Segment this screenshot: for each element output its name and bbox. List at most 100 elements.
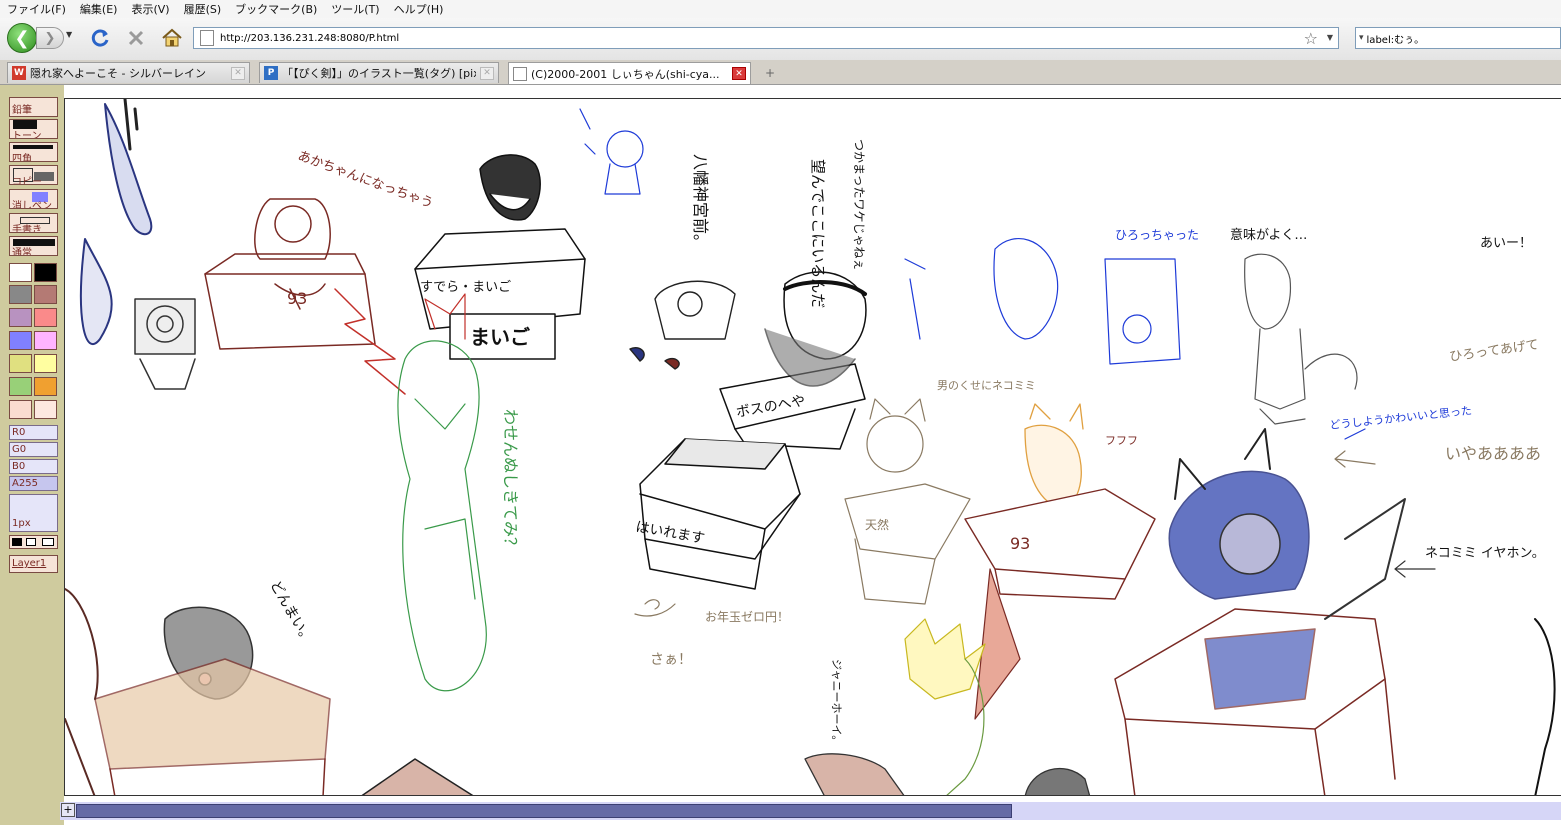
tool-rect-button[interactable]: 四角 bbox=[9, 142, 58, 162]
zoom-plus-button[interactable]: + bbox=[61, 803, 75, 817]
canvas-text-iyaaa: いやああああ bbox=[1445, 444, 1541, 463]
palette-color-9[interactable] bbox=[9, 354, 32, 373]
box-label-maigo: まいご bbox=[470, 325, 530, 349]
palette-color-11[interactable] bbox=[9, 377, 32, 396]
palette-color-7[interactable] bbox=[9, 331, 32, 350]
search-box[interactable]: ▾ label:むぅ。 bbox=[1355, 27, 1561, 49]
bookmark-star-icon[interactable]: ☆ bbox=[1304, 29, 1318, 48]
tool-pencil-button[interactable]: 鉛筆 bbox=[9, 97, 58, 117]
tool-hand-button[interactable]: 手書き bbox=[9, 213, 58, 233]
tab-close-icon[interactable]: ✕ bbox=[480, 66, 494, 80]
menu-edit[interactable]: 編集(E) bbox=[73, 1, 125, 17]
box-number-93-right: 93 bbox=[1010, 534, 1030, 553]
canvas-text-fufufu: フフフ bbox=[1105, 434, 1138, 447]
stop-button[interactable] bbox=[124, 26, 148, 50]
palette-color-3[interactable] bbox=[9, 285, 32, 304]
palette-color-14[interactable] bbox=[34, 400, 57, 419]
canvas-text-tennen: 天然 bbox=[865, 517, 889, 532]
mask-white[interactable] bbox=[26, 538, 36, 546]
tab-label: 隠れ家へよーこそ - シルバーレイン bbox=[30, 67, 206, 80]
stop-icon bbox=[128, 30, 144, 46]
canvas-text-doushiyou: どうしようかわいいと思った bbox=[1329, 404, 1473, 432]
reload-icon bbox=[91, 29, 109, 47]
menu-view[interactable]: 表示(V) bbox=[124, 1, 176, 17]
tool-copy-button[interactable]: コピー bbox=[9, 165, 58, 185]
home-icon bbox=[162, 28, 182, 47]
url-dropdown-icon[interactable]: ▼ bbox=[1327, 33, 1333, 42]
canvas-text-ai: あいー！ bbox=[1480, 236, 1532, 251]
new-tab-button[interactable]: + bbox=[758, 64, 782, 82]
tab-favicon-icon: P bbox=[264, 66, 278, 80]
menu-bar: ファイル(F) 編集(E) 表示(V) 履歴(S) ブックマーク(B) ツール(… bbox=[0, 0, 1561, 18]
search-text: label:むぅ。 bbox=[1366, 34, 1425, 46]
tab-close-icon[interactable]: ✕ bbox=[231, 66, 245, 80]
palette-color-2[interactable] bbox=[34, 263, 57, 282]
canvas-text-otoko: 男のくせにネコミミ bbox=[937, 379, 1036, 392]
tool-tone-button[interactable]: トーン bbox=[9, 119, 58, 139]
rect-line bbox=[13, 145, 53, 149]
page-content: 鉛筆 トーン 四角 コピー 消しペン 手書き 通常 R0 G0 B0 A255 … bbox=[0, 85, 1561, 825]
tab-shi-cyan[interactable]: (C)2000-2001 しぃちゃん(shi-cya... ✕ bbox=[508, 62, 751, 84]
canvas-text-tsukamatta: つかまったワケじゃねぇ bbox=[852, 139, 866, 271]
canvas-text-johnny: ジャニーホーイ。 bbox=[830, 659, 843, 746]
search-engine-icon[interactable]: ▾ bbox=[1359, 33, 1364, 43]
tab-close-icon[interactable]: ✕ bbox=[732, 67, 746, 80]
tool-mode-button[interactable]: 通常 bbox=[9, 236, 58, 256]
palette-color-4[interactable] bbox=[34, 285, 57, 304]
address-bar[interactable]: http://203.136.231.248:8080/P.html ☆ ▼ bbox=[193, 27, 1339, 49]
mask-mode-selector[interactable] bbox=[9, 535, 58, 549]
layer-button[interactable]: Layer1 bbox=[9, 555, 58, 573]
slider-size[interactable]: 1px bbox=[9, 494, 58, 532]
palette-color-1[interactable] bbox=[9, 263, 32, 282]
page-icon bbox=[200, 30, 214, 46]
oekaki-drawing: 93 すでら・まいご まいご ボスのへや はいれます わせんぬしきてみ？ 天然 … bbox=[65, 99, 1556, 795]
back-button[interactable]: ❮ bbox=[7, 23, 37, 53]
menu-bookmarks[interactable]: ブックマーク(B) bbox=[228, 1, 324, 17]
box-number-93: 93 bbox=[287, 289, 307, 308]
box-label-suterara: すでら・まいご bbox=[420, 279, 511, 295]
palette-color-5[interactable] bbox=[9, 308, 32, 327]
home-button[interactable] bbox=[160, 26, 184, 50]
canvas-text-otoshidama: お年玉ゼロ円！ bbox=[705, 610, 789, 624]
forward-button[interactable]: ❯ bbox=[36, 27, 64, 49]
tool-panel: 鉛筆 トーン 四角 コピー 消しペン 手書き 通常 R0 G0 B0 A255 … bbox=[0, 85, 64, 825]
reload-button[interactable] bbox=[88, 26, 112, 50]
canvas-text-imi: 意味がよく… bbox=[1230, 227, 1307, 243]
menu-history[interactable]: 履歴(S) bbox=[177, 1, 229, 17]
menu-file[interactable]: ファイル(F) bbox=[0, 1, 73, 17]
drawing-canvas[interactable]: 93 すでら・まいご まいご ボスのへや はいれます わせんぬしきてみ？ 天然 … bbox=[64, 98, 1561, 796]
tool-eraser-button[interactable]: 消しペン bbox=[9, 189, 58, 209]
plus-icon: + bbox=[764, 66, 776, 80]
canvas-text-akachan: あかちゃんになっちゃう bbox=[296, 149, 436, 212]
palette-color-13[interactable] bbox=[9, 400, 32, 419]
slider-alpha[interactable]: A255 bbox=[9, 476, 58, 491]
tab-pixiv[interactable]: P 「【ぴく剣】」のイラスト一覧(タグ) [pixiv] ✕ bbox=[259, 62, 499, 83]
canvas-text-hirotte: ひろってあげて bbox=[1448, 338, 1539, 365]
canvas-text-donmai: どんまい。 bbox=[267, 578, 316, 647]
tab-silverrain[interactable]: W 隠れ家へよーこそ - シルバーレイン ✕ bbox=[7, 62, 250, 83]
slider-blue[interactable]: B0 bbox=[9, 459, 58, 474]
tab-page-icon bbox=[513, 66, 527, 81]
canvas-text-nekomimi-ear: ネコミミ イヤホン。 bbox=[1425, 546, 1545, 561]
history-dropdown-icon[interactable]: ▼ bbox=[66, 30, 72, 39]
slider-red[interactable]: R0 bbox=[9, 425, 58, 440]
tab-bar: W 隠れ家へよーこそ - シルバーレイン ✕ P 「【ぴく剣】」のイラスト一覧(… bbox=[0, 60, 1561, 85]
canvas-text-saa: さぁ！ bbox=[650, 652, 692, 668]
mask-black[interactable] bbox=[12, 538, 22, 546]
forward-arrow-icon: ❯ bbox=[44, 30, 56, 46]
menu-help[interactable]: ヘルプ(H) bbox=[387, 1, 451, 17]
menu-tools[interactable]: ツール(T) bbox=[324, 1, 386, 17]
palette-color-12[interactable] bbox=[34, 377, 57, 396]
canvas-text-hachiman: 八幡神宮前。 bbox=[691, 154, 710, 250]
palette-color-8[interactable] bbox=[34, 331, 57, 350]
canvas-horizontal-scrollbar[interactable]: + bbox=[60, 802, 1561, 820]
scrollbar-thumb[interactable] bbox=[76, 804, 1012, 818]
slider-green[interactable]: G0 bbox=[9, 442, 58, 457]
tab-favicon-icon: W bbox=[12, 66, 26, 80]
tab-label: 「【ぴく剣】」のイラスト一覧(タグ) [pixiv] bbox=[282, 67, 476, 80]
palette-color-10[interactable] bbox=[34, 354, 57, 373]
mask-none[interactable] bbox=[42, 538, 54, 546]
canvas-text-hirocchatta: ひろっちゃった bbox=[1115, 228, 1199, 242]
palette-color-6[interactable] bbox=[34, 308, 57, 327]
navigation-toolbar: ❮ ❯ ▼ http://203.136.231.248:8080/P.html… bbox=[0, 18, 1561, 60]
